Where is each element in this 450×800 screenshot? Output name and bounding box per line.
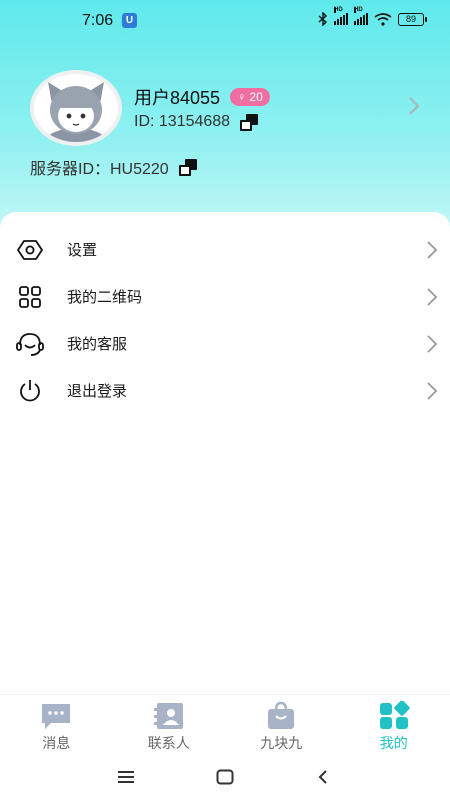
battery-icon: 89	[398, 12, 427, 26]
menu-icon[interactable]	[114, 766, 138, 788]
tab-messages[interactable]: 消息	[0, 695, 113, 754]
menu-item-label: 设置	[67, 242, 98, 259]
chevron-right-icon	[427, 334, 438, 353]
bottom-tab-bar: 消息 联系人 九块九 我的	[0, 694, 450, 754]
tab-label: 我的	[379, 735, 408, 751]
avatar[interactable]	[30, 70, 122, 146]
menu-item-label: 退出登录	[67, 383, 128, 400]
wifi-icon	[374, 12, 392, 26]
menu-item-settings[interactable]: 设置	[0, 226, 450, 273]
user-id-row: ID: 13154688	[134, 113, 259, 131]
menu-item-label: 我的客服	[67, 336, 128, 353]
chevron-right-icon	[427, 240, 438, 259]
tab-label: 联系人	[147, 735, 190, 751]
contacts-icon	[152, 701, 186, 731]
notification-app-icon: U	[122, 13, 137, 28]
signal-label: HD	[354, 7, 363, 13]
user-id: ID: 13154688	[134, 113, 231, 130]
status-time: 7:06	[82, 12, 114, 29]
bluetooth-icon	[318, 12, 328, 26]
server-id-row: 服务器ID：HU5220	[30, 155, 197, 179]
chevron-right-icon	[427, 381, 438, 400]
system-navigation-bar	[0, 754, 450, 800]
chevron-right-icon	[427, 287, 438, 306]
tab-mine[interactable]: 我的	[338, 695, 450, 754]
cat-hood-avatar-icon	[44, 82, 108, 142]
menu-item-customer-service[interactable]: 我的客服	[0, 320, 450, 367]
status-bar: 7:06 U HD HD 89	[0, 0, 450, 40]
menu-card: 设置 我的二维码 我的客服 退出登录	[0, 212, 450, 694]
username: 用户84055	[134, 88, 221, 108]
menu-item-logout[interactable]: 退出登录	[0, 367, 450, 414]
qrcode-icon	[16, 283, 44, 311]
tab-label: 九块九	[260, 735, 303, 751]
shopping-bag-icon	[264, 701, 298, 731]
tab-nine-nine[interactable]: 九块九	[225, 695, 338, 754]
menu-item-label: 我的二维码	[67, 289, 143, 306]
signal-label: HD	[334, 7, 343, 13]
back-icon[interactable]	[311, 766, 335, 788]
server-id: 服务器ID：HU5220	[30, 161, 169, 178]
username-row: 用户84055 ♀ 20	[134, 84, 270, 110]
gender-age-badge: ♀ 20	[230, 88, 270, 106]
profile-grid-icon	[377, 701, 411, 731]
message-icon	[39, 701, 73, 731]
profile-chevron-right-icon[interactable]	[408, 96, 420, 116]
tab-label: 消息	[42, 735, 71, 751]
signal-icon-1: HD	[334, 7, 348, 25]
power-icon	[16, 377, 44, 405]
signal-icon-2: HD	[354, 7, 368, 25]
menu-item-qrcode[interactable]: 我的二维码	[0, 273, 450, 320]
tab-contacts[interactable]: 联系人	[113, 695, 226, 754]
settings-icon	[16, 236, 44, 264]
copy-server-id-icon[interactable]	[178, 158, 197, 176]
status-indicators: HD HD 89	[318, 7, 427, 26]
headset-icon	[16, 330, 44, 358]
copy-id-icon[interactable]	[240, 113, 259, 131]
home-icon[interactable]	[213, 766, 237, 788]
